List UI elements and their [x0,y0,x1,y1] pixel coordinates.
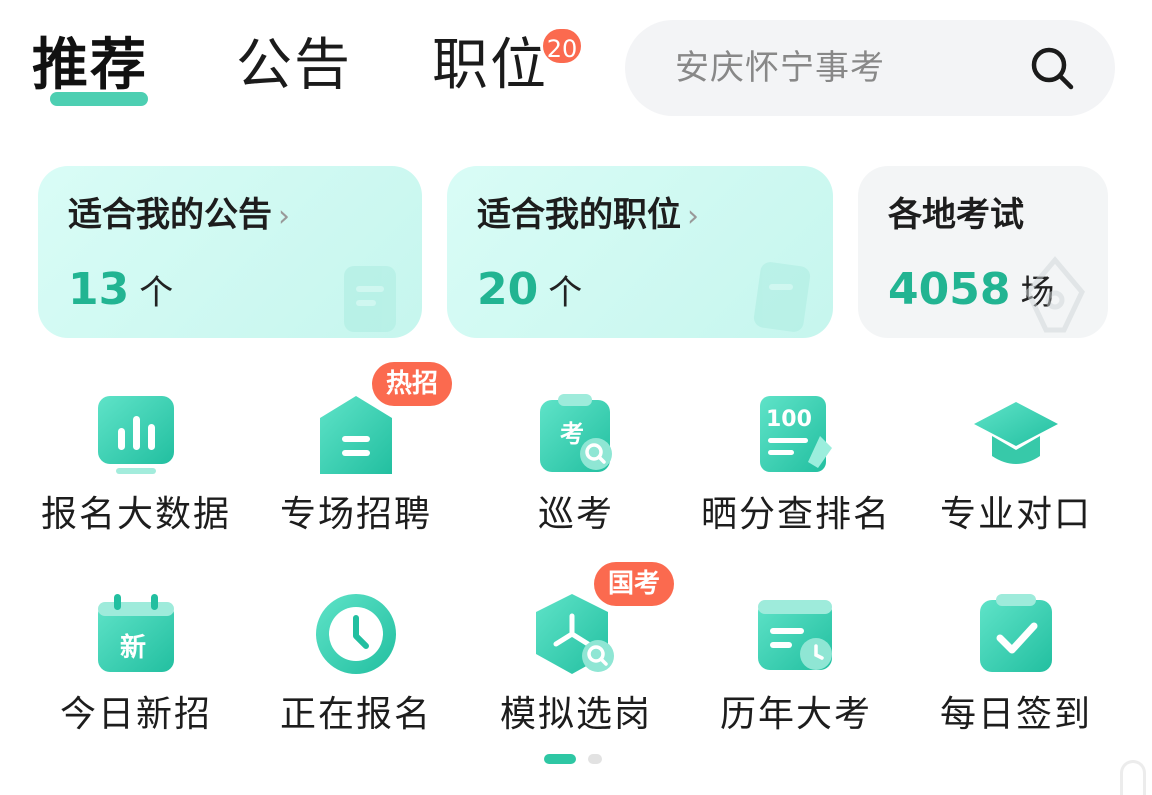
search-input[interactable]: 安庆怀宁事考 [675,46,885,90]
active-tab-indicator [50,92,148,106]
grid-item-label: 今日新招 [59,694,212,735]
clock-icon [316,594,396,674]
grid-item-registering[interactable]: 正在报名 [246,572,466,742]
grid-item-label: 历年大考 [719,694,872,735]
grid-item-label: 专场招聘 [279,494,432,535]
grid-item-daily-checkin[interactable]: 每日签到 [906,572,1126,742]
card-count: 20 个 [477,264,583,315]
score-100-icon: 100 [760,396,832,472]
hot-badge: 热招 [372,362,453,406]
svg-text:100: 100 [766,407,812,432]
card-title: 各地考试 [888,195,1024,235]
grid-item-past-exams[interactable]: 历年大考 [686,572,906,742]
grid-item-today-new[interactable]: 新 今日新招 [26,572,246,742]
grid-item-patrol-exam[interactable]: 考 巡考 [466,372,686,542]
regional-exams-card[interactable]: 各地考试 4058 场 [858,166,1108,338]
checkin-icon [980,594,1052,672]
national-exam-badge: 国考 [594,562,675,606]
pager-dot-active[interactable] [544,754,576,764]
positions-count-badge: 20 [540,26,584,66]
grid-item-label: 晒分查排名 [700,494,891,535]
grid-item-label: 模拟选岗 [499,694,652,735]
suitable-positions-card[interactable]: 适合我的职位 › 20 个 [447,166,833,338]
grid-item-label: 专业对口 [939,494,1092,535]
card-count: 13 个 [68,264,174,315]
graduation-cap-icon [974,402,1058,464]
grid-item-major-match[interactable]: 专业对口 [906,372,1126,542]
grid-item-registration-data[interactable]: 报名大数据 [26,372,246,542]
tab-positions[interactable]: 职位 [432,28,548,104]
pen-nib-decor-icon [1025,256,1085,333]
tab-announcements[interactable]: 公告 [236,28,352,104]
chevron-right-icon: › [278,199,290,234]
card-title: 适合我的职位 › [477,195,699,235]
suitable-announcements-card[interactable]: 适合我的公告 › 13 个 [38,166,422,338]
card-title: 适合我的公告 › [68,195,290,235]
grid-item-label: 正在报名 [279,694,432,735]
exam-search-icon: 考 [540,394,612,472]
pager-dot[interactable] [588,754,602,764]
calendar-clock-icon [758,600,832,670]
document-decor-icon [753,262,811,332]
grid-item-score-ranking[interactable]: 100 晒分查排名 [686,372,906,542]
chevron-right-icon: › [687,199,699,234]
svg-text:新: 新 [120,632,146,663]
svg-text:考: 考 [560,420,584,448]
calendar-new-icon: 新 [98,594,174,672]
grid-item-label: 巡考 [537,494,614,535]
search-icon[interactable] [1028,44,1076,92]
bar-chart-icon [98,396,174,474]
grid-item-label: 每日签到 [939,694,1092,735]
grid-item-label: 报名大数据 [40,494,231,535]
scroll-handle[interactable] [1120,760,1146,795]
document-decor-icon [344,266,396,332]
